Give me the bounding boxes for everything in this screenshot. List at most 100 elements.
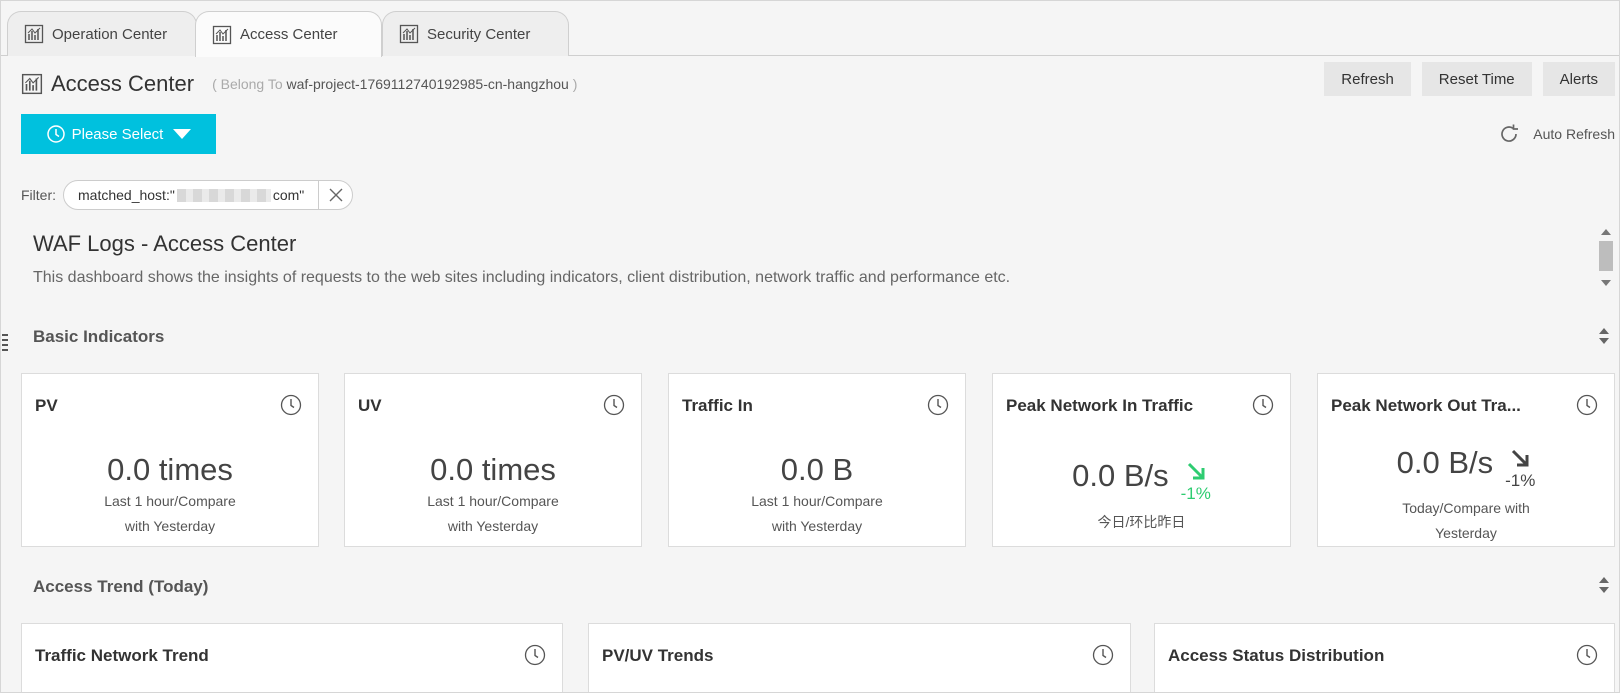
header-actions: Refresh Reset Time Alerts — [1324, 62, 1615, 96]
clock-icon[interactable] — [1092, 644, 1114, 666]
dashboard-title: WAF Logs - Access Center — [33, 231, 297, 256]
card-title: PV — [35, 396, 58, 415]
scroll-thumb[interactable] — [1599, 241, 1613, 271]
collapse-toggle[interactable] — [1597, 326, 1611, 348]
card-title: Peak Network Out Tra... — [1331, 396, 1521, 415]
clock-icon — [46, 124, 66, 144]
filter-label: Filter: — [21, 187, 56, 203]
card-title: Access Status Distribution — [1168, 646, 1385, 665]
caption-line: Yesterday — [1435, 525, 1497, 541]
card-title: Traffic Network Trend — [35, 646, 209, 665]
chart-icon — [24, 24, 44, 44]
section-basic-indicators: Basic Indicators — [33, 327, 165, 346]
chevron-down-icon — [1599, 587, 1609, 593]
redacted-host — [176, 188, 271, 202]
indicator-card-uv: UV 0.0 times Last 1 hour/Compare with Ye… — [344, 373, 642, 547]
caption-line: with Yesterday — [447, 518, 539, 534]
filter-chip-text: matched_host:" com" — [64, 187, 318, 203]
chart-icon — [21, 73, 43, 95]
chevron-down-icon — [1599, 338, 1609, 344]
remove-filter-button[interactable] — [318, 180, 352, 210]
arrow-down-right-icon — [1507, 445, 1533, 471]
description-scrollbar[interactable] — [1599, 225, 1613, 295]
page-title: Access Center — [51, 71, 195, 96]
clock-icon[interactable] — [280, 394, 302, 416]
metric-value: 0.0 B/s — [1072, 458, 1169, 493]
chart-icon — [212, 25, 232, 45]
filter-chip-suffix: com" — [272, 187, 305, 203]
time-select-label: Please Select — [71, 125, 164, 143]
metric-value: 0.0 B/s — [1396, 445, 1494, 480]
auto-refresh-label: Auto Refresh — [1533, 126, 1615, 142]
refresh-button[interactable]: Refresh — [1324, 62, 1411, 96]
chevron-up-icon — [1599, 577, 1609, 583]
scroll-up-icon[interactable] — [1601, 229, 1611, 235]
arrow-down-right-icon — [1183, 458, 1209, 484]
tab-bar: Operation Center Access Center Security … — [1, 1, 1619, 57]
project-name: waf-project-1769112740192985-cn-hangzhou — [286, 76, 569, 92]
page-header: Access Center ( Belong To waf-project-17… — [21, 69, 577, 99]
caption-line: with Yesterday — [771, 518, 863, 534]
dashboard-description: This dashboard shows the insights of req… — [33, 269, 1011, 286]
tab-label: Operation Center — [52, 25, 168, 43]
caret-down-icon — [173, 129, 192, 139]
belong-suffix: ) — [572, 76, 578, 92]
metric-caption: Last 1 hour/Compare with Yesterday — [669, 489, 965, 539]
auto-refresh-toggle[interactable]: Auto Refresh — [1497, 121, 1615, 147]
caption-line: 今日/环比昨日 — [1097, 514, 1186, 530]
collapse-toggle[interactable] — [1597, 575, 1611, 597]
metric-caption: 今日/环比昨日 — [993, 510, 1290, 535]
clock-icon[interactable] — [1576, 644, 1598, 666]
indicator-card-pv: PV 0.0 times Last 1 hour/Compare with Ye… — [21, 373, 319, 547]
metric-row: 0.0 B/s -1% — [1318, 445, 1614, 491]
caption-line: Last 1 hour/Compare — [427, 493, 559, 509]
tab-operation-center[interactable]: Operation Center — [7, 11, 197, 56]
trend-card-pv-uv: PV/UV Trends — [588, 623, 1131, 692]
metric-caption: Today/Compare with Yesterday — [1318, 496, 1614, 546]
filter-bar: Filter: matched_host:" com" — [21, 180, 354, 210]
metric-value: 0.0 times — [107, 452, 233, 487]
clock-icon[interactable] — [603, 394, 625, 416]
clock-icon[interactable] — [927, 394, 949, 416]
clock-icon[interactable] — [1576, 394, 1598, 416]
tab-access-center[interactable]: Access Center — [195, 11, 382, 57]
scroll-down-icon[interactable] — [1601, 280, 1611, 286]
trend-percent: -1% — [1180, 484, 1211, 503]
reset-time-button[interactable]: Reset Time — [1421, 62, 1532, 96]
caption-line: with Yesterday — [124, 518, 216, 534]
tab-label: Access Center — [240, 26, 338, 43]
app-window: Operation Center Access Center Security … — [0, 0, 1620, 693]
section-access-trend: Access Trend (Today) — [33, 577, 209, 596]
metric-row: 0.0 B/s -1% — [993, 458, 1290, 504]
card-title: PV/UV Trends — [602, 646, 714, 665]
tab-security-center[interactable]: Security Center — [382, 11, 569, 56]
trend-indicator: -1% — [1505, 445, 1535, 491]
clock-icon[interactable] — [524, 644, 546, 666]
indicator-card-peak-in: Peak Network In Traffic 0.0 B/s -1% 今日/环… — [992, 373, 1291, 547]
trend-indicator: -1% — [1181, 458, 1211, 504]
chart-icon — [399, 24, 419, 44]
belong-to: ( Belong To waf-project-1769112740192985… — [212, 76, 577, 92]
card-title: UV — [358, 396, 382, 415]
indicator-card-peak-out: Peak Network Out Tra... 0.0 B/s -1% Toda… — [1317, 373, 1615, 547]
time-select-button[interactable]: Please Select — [21, 114, 216, 154]
indicator-card-traffic-in: Traffic In 0.0 B Last 1 hour/Compare wit… — [668, 373, 966, 547]
metric-caption: Last 1 hour/Compare with Yesterday — [345, 489, 641, 539]
tab-label: Security Center — [427, 25, 531, 43]
card-title: Traffic In — [682, 396, 753, 415]
close-icon — [329, 188, 343, 202]
chevron-up-icon — [1599, 328, 1609, 334]
filter-chip-prefix: matched_host:" — [78, 187, 175, 203]
caption-line: Last 1 hour/Compare — [104, 493, 236, 509]
clock-icon[interactable] — [1252, 394, 1274, 416]
trend-card-traffic-network: Traffic Network Trend — [21, 623, 563, 692]
refresh-icon — [1497, 122, 1521, 146]
drag-handle-icon[interactable] — [2, 334, 8, 352]
metric-caption: Last 1 hour/Compare with Yesterday — [22, 489, 318, 539]
trend-percent: -1% — [1505, 471, 1536, 490]
alerts-button[interactable]: Alerts — [1542, 62, 1615, 96]
belong-prefix: ( Belong To — [212, 76, 283, 92]
metric-value: 0.0 B — [780, 452, 854, 487]
filter-chip[interactable]: matched_host:" com" — [63, 180, 354, 210]
caption-line: Last 1 hour/Compare — [751, 493, 883, 509]
